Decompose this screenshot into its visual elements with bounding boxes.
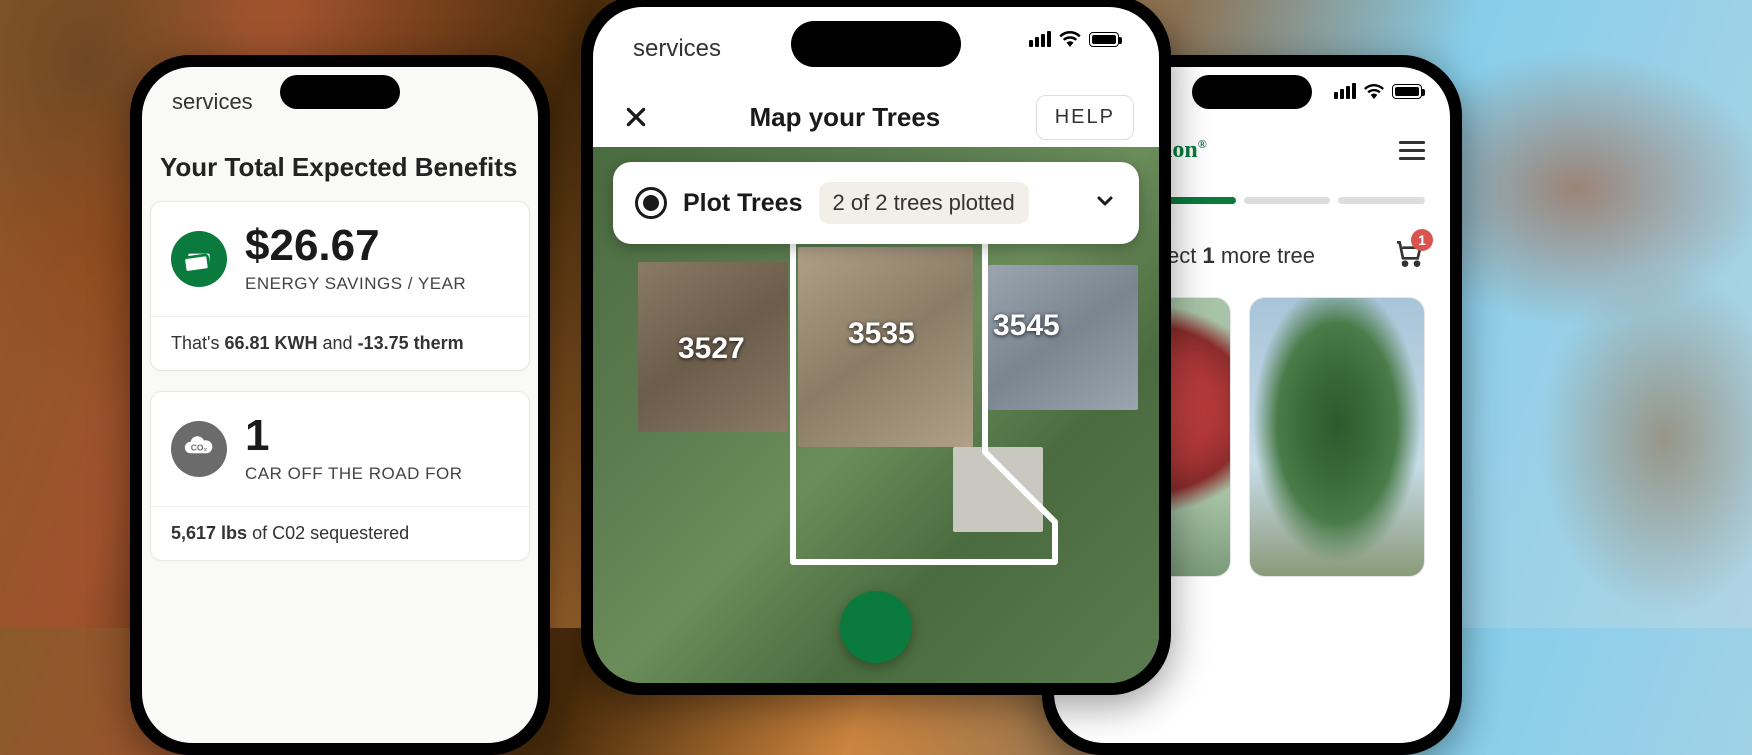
tree-image-pine <box>1250 298 1425 576</box>
co2-card: CO₂ 1 CAR OFF THE ROAD FOR 5,617 lbs of … <box>150 391 530 561</box>
savings-caption: ENERGY SAVINGS / YEAR <box>245 274 466 294</box>
satellite-map[interactable]: 3527 3535 3545 Plot Trees 2 of 2 trees p… <box>593 147 1159 683</box>
cart-count-badge: 1 <box>1411 229 1433 251</box>
help-button[interactable]: HELP <box>1036 95 1134 140</box>
services-label: services <box>172 89 253 115</box>
cars-value: 1 <box>245 414 462 458</box>
map-action-fab[interactable] <box>840 591 912 663</box>
dynamic-island <box>280 75 400 109</box>
chevron-down-icon[interactable] <box>1093 189 1117 218</box>
benefits-title: Your Total Expected Benefits <box>150 152 530 201</box>
cellular-icon <box>1029 31 1051 47</box>
savings-card: $26.67 ENERGY SAVINGS / YEAR That's 66.8… <box>150 201 530 371</box>
cellular-icon <box>1334 83 1356 99</box>
house-label-3535: 3535 <box>848 317 915 351</box>
menu-button[interactable] <box>1399 141 1425 160</box>
tree-card-pine[interactable] <box>1249 297 1426 577</box>
radio-selected-icon <box>635 187 667 219</box>
phone-map: services Map your Trees HELP <box>581 0 1171 695</box>
dynamic-island <box>791 21 961 67</box>
status-bar-right <box>1029 31 1119 47</box>
map-nav-bar: Map your Trees HELP <box>593 87 1159 147</box>
wifi-icon <box>1059 31 1081 47</box>
battery-icon <box>1392 84 1422 99</box>
cart-button[interactable]: 1 <box>1393 237 1425 275</box>
battery-icon <box>1089 32 1119 47</box>
svg-text:CO₂: CO₂ <box>191 442 208 452</box>
cars-caption: CAR OFF THE ROAD FOR <box>245 464 462 484</box>
services-label: services <box>633 35 721 63</box>
house-label-3527: 3527 <box>678 332 745 366</box>
savings-detail: That's 66.81 KWH and -13.75 therm <box>151 316 529 370</box>
status-bar-right <box>1334 83 1422 99</box>
money-icon <box>171 231 227 287</box>
co2-icon: CO₂ <box>171 421 227 477</box>
wifi-icon <box>1364 84 1384 99</box>
page-title: Map your Trees <box>750 102 941 133</box>
garage-3535 <box>953 447 1043 532</box>
house-label-3545: 3545 <box>993 309 1060 343</box>
close-button[interactable] <box>618 99 654 135</box>
phone-benefits: services Your Total Expected Benefits <box>130 55 550 755</box>
plot-trees-label: Plot Trees <box>683 189 803 218</box>
plot-count-badge: 2 of 2 trees plotted <box>819 182 1029 224</box>
co2-detail: 5,617 lbs of C02 sequestered <box>151 506 529 560</box>
dynamic-island <box>1192 75 1312 109</box>
savings-value: $26.67 <box>245 224 466 268</box>
plot-trees-panel[interactable]: Plot Trees 2 of 2 trees plotted <box>613 162 1139 244</box>
